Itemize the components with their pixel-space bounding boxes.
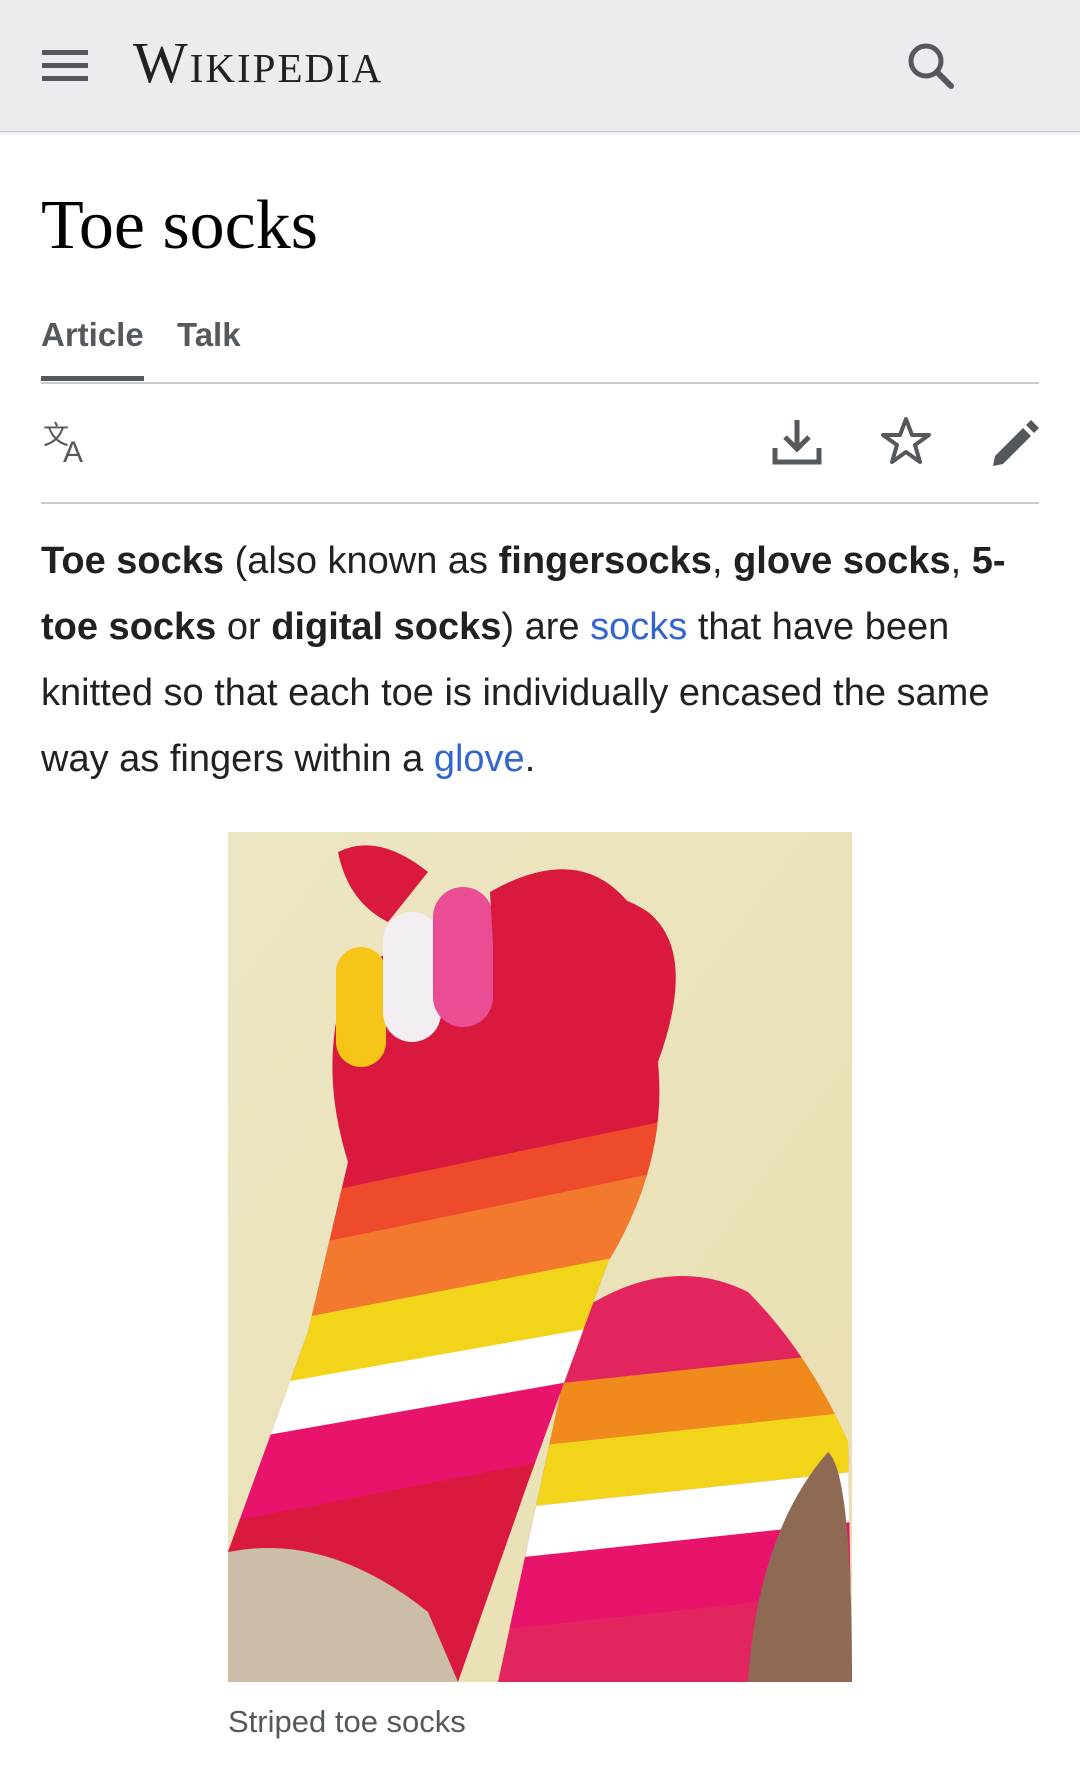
link-socks[interactable]: socks — [590, 606, 687, 648]
language-icon: 文 A — [43, 421, 83, 469]
download-icon — [772, 420, 822, 465]
page-actions-toolbar: 文 A — [41, 384, 1039, 504]
lead-text: , — [711, 540, 734, 582]
tab-article[interactable]: Article — [41, 316, 144, 381]
article-figure: Striped toe socks — [228, 832, 852, 1740]
toe-socks-photo[interactable] — [228, 832, 852, 1682]
download-button[interactable] — [769, 414, 825, 470]
search-icon — [908, 43, 954, 89]
lead-paragraph: Toe socks (also known as fingersocks, gl… — [41, 528, 1041, 792]
term-toe-socks: Toe socks — [41, 540, 225, 582]
lead-text: (also known as — [224, 540, 499, 582]
term-digital-socks: digital socks — [271, 606, 502, 648]
pencil-edit-icon — [993, 420, 1039, 466]
namespace-tabs: Article Talk — [41, 300, 1039, 384]
term-fingersocks: fingersocks — [498, 540, 712, 582]
lead-text: . — [524, 738, 536, 780]
star-icon — [881, 417, 931, 464]
tab-talk[interactable]: Talk — [177, 316, 241, 354]
watch-star-button[interactable] — [878, 414, 934, 470]
wikipedia-wordmark[interactable]: Wikipedia — [133, 28, 383, 98]
lead-text: or — [216, 606, 272, 648]
hamburger-menu-icon — [42, 50, 88, 81]
svg-text:A: A — [63, 436, 83, 469]
search-button[interactable] — [894, 30, 968, 104]
language-button[interactable]: 文 A — [41, 414, 97, 470]
main-menu-button[interactable] — [30, 30, 100, 100]
link-glove[interactable]: glove — [434, 738, 525, 780]
figure-caption: Striped toe socks — [228, 1704, 466, 1739]
edit-button[interactable] — [987, 414, 1043, 470]
lead-text: , — [950, 540, 972, 582]
header-bar: Wikipedia — [0, 0, 1080, 132]
term-glove-socks: glove socks — [733, 540, 951, 582]
lead-text: ) are — [501, 606, 591, 648]
page-title: Toe socks — [41, 187, 318, 264]
